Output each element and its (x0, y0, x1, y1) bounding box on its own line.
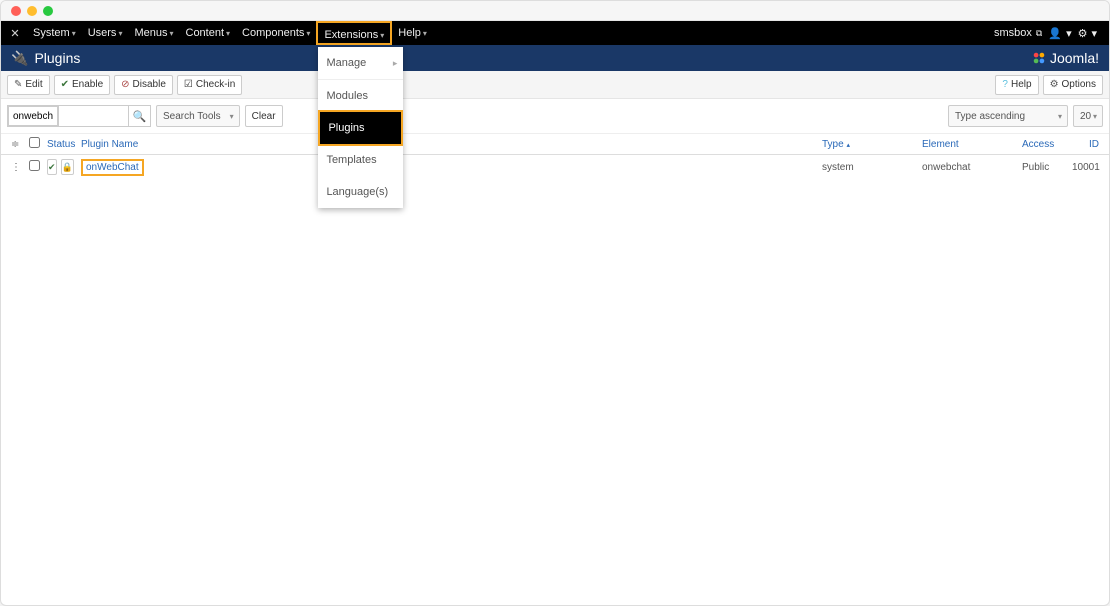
menu-help[interactable]: Help▾ (392, 21, 433, 45)
row-checkbox[interactable] (29, 160, 40, 171)
caret-down-icon: ▾ (118, 29, 122, 38)
top-menu-bar: System▾ Users▾ Menus▾ Content▾ Component… (1, 21, 1109, 45)
window-maximize-dot[interactable] (43, 6, 53, 16)
search-extra-input[interactable] (59, 105, 129, 127)
page-header: 🔌 Plugins Joomla! (1, 45, 1109, 71)
menu-components[interactable]: Components▾ (236, 21, 316, 45)
dropdown-item-plugins[interactable]: Plugins (318, 110, 403, 146)
search-icon: 🔍 (133, 110, 147, 123)
row-type: system (818, 162, 918, 173)
settings-menu[interactable]: ⚙▾ (1078, 27, 1097, 40)
caret-down-icon: ▾ (72, 29, 76, 38)
browser-frame: System▾ Users▾ Menus▾ Content▾ Component… (0, 0, 1110, 606)
row-id: 10001 (1068, 162, 1103, 173)
menu-menus[interactable]: Menus▾ (128, 21, 179, 45)
col-order[interactable]: ≑ (7, 139, 25, 150)
dropdown-item-modules[interactable]: Modules (318, 80, 403, 112)
sort-asc-icon: ▴ (846, 142, 850, 149)
dropdown-item-manage[interactable]: Manage▸ (318, 47, 403, 80)
gear-icon: ⚙ (1078, 27, 1088, 40)
pencil-icon: ✎ (14, 79, 22, 90)
joomla-icon[interactable] (7, 25, 23, 41)
col-status[interactable]: Status (43, 139, 77, 150)
user-menu[interactable]: 👤▾ (1048, 27, 1071, 40)
table-header: ≑ Status Plugin Name Type ▴ Element Acce… (1, 133, 1109, 155)
page-title: Plugins (34, 50, 80, 66)
col-checkbox (25, 137, 43, 151)
row-access: Public (1018, 162, 1068, 173)
col-element[interactable]: Element (918, 139, 1018, 150)
chevron-right-icon: ▸ (393, 51, 398, 75)
row-element: onwebchat (918, 162, 1018, 173)
window-minimize-dot[interactable] (27, 6, 37, 16)
disable-button[interactable]: ⊘Disable (114, 75, 173, 95)
checkbox-icon: ☑ (184, 79, 193, 90)
edit-button[interactable]: ✎Edit (7, 75, 50, 95)
col-type[interactable]: Type ▴ (818, 139, 918, 150)
caret-down-icon: ▾ (1091, 27, 1097, 40)
menu-users[interactable]: Users▾ (82, 21, 129, 45)
caret-down-icon: ▾ (306, 29, 310, 38)
dropdown-item-languages[interactable]: Language(s) (318, 176, 403, 208)
user-icon: 👤 (1048, 27, 1062, 40)
checkin-button[interactable]: ☑Check-in (177, 75, 242, 95)
help-button[interactable]: ?Help (995, 75, 1038, 95)
clear-button[interactable]: Clear (245, 105, 283, 127)
check-icon: ✔ (61, 79, 69, 90)
menu-content[interactable]: Content▾ (180, 21, 237, 45)
filter-bar: 🔍 Search Tools Clear Type ascending 20 (1, 99, 1109, 133)
caret-down-icon: ▾ (169, 29, 173, 38)
row-order-handle[interactable]: ⋮ (7, 162, 25, 173)
status-enabled-badge[interactable]: ✔ (47, 159, 57, 175)
window-close-dot[interactable] (11, 6, 21, 16)
col-access[interactable]: Access (1018, 139, 1068, 150)
enable-button[interactable]: ✔Enable (54, 75, 111, 95)
search-input[interactable] (7, 105, 59, 127)
caret-down-icon: ▾ (380, 31, 384, 40)
sort-select[interactable]: Type ascending (948, 105, 1068, 127)
search-group: 🔍 (7, 105, 151, 127)
caret-down-icon: ▾ (423, 29, 427, 38)
menu-extensions[interactable]: Extensions▾ Manage▸ Modules Plugins Temp… (316, 21, 392, 45)
checked-out-badge[interactable]: 🔒 (61, 159, 74, 175)
options-button[interactable]: ⚙Options (1043, 75, 1103, 95)
limit-select[interactable]: 20 (1073, 105, 1103, 127)
joomla-logo: Joomla! (1032, 50, 1099, 66)
gear-icon: ⚙ (1050, 79, 1059, 90)
lock-icon: 🔒 (62, 162, 73, 173)
dropdown-item-templates[interactable]: Templates (318, 144, 403, 176)
caret-down-icon: ▾ (226, 29, 230, 38)
caret-down-icon: ▾ (1066, 27, 1072, 40)
table-row: ⋮ ✔ 🔒 onWebChat system onwebchat Public … (1, 155, 1109, 179)
select-all-checkbox[interactable] (29, 137, 40, 148)
browser-titlebar (1, 1, 1109, 21)
plugin-icon: 🔌 (11, 50, 28, 67)
menu-system[interactable]: System▾ (27, 21, 82, 45)
col-id[interactable]: ID (1068, 139, 1103, 150)
cancel-icon: ⊘ (121, 79, 129, 90)
plugin-name-link[interactable]: onWebChat (81, 159, 144, 176)
extensions-dropdown: Manage▸ Modules Plugins Templates Langua… (318, 47, 403, 208)
check-icon: ✔ (48, 162, 56, 173)
question-icon: ? (1002, 79, 1008, 90)
search-tools-button[interactable]: Search Tools (156, 105, 240, 127)
col-plugin-name[interactable]: Plugin Name (77, 139, 818, 150)
action-toolbar: ✎Edit ✔Enable ⊘Disable ☑Check-in ?Help ⚙… (1, 71, 1109, 99)
external-link-icon: ⧉ (1036, 28, 1042, 39)
search-button[interactable]: 🔍 (129, 105, 151, 127)
frontend-link[interactable]: smsbox⧉ (994, 27, 1042, 39)
